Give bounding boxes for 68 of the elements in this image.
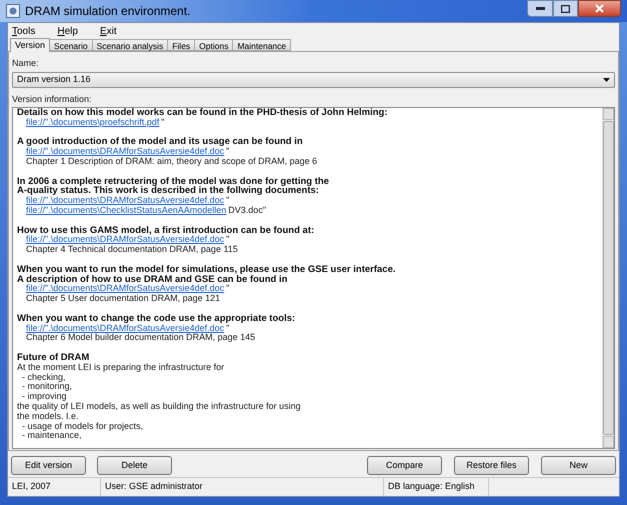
info-text: - improving [21,392,68,402]
link-suffix: " [226,235,230,246]
action-button[interactable]: New [541,456,616,475]
maximize-button[interactable] [553,0,578,17]
minimize-button[interactable] [527,0,553,17]
menu-item[interactable]: Exit [100,24,117,38]
info-text: At the moment LEI is preparing the infrastructure for [17,362,226,373]
maximize-icon [561,4,570,12]
link-suffix: " [226,284,230,294]
file-link[interactable]: file://".\documents\DRAMforSatusAversie4def.doc [26,284,224,294]
action-button[interactable]: Edit version [11,456,86,475]
link-suffix: " [226,196,230,206]
link-suffix: DV3.doc" [228,206,266,216]
info-text: - maintenance, [21,431,83,442]
file-link[interactable]: file://".\documents\DRAMforSatusAversie4def.doc [26,147,224,157]
close-icon [595,4,604,13]
link-suffix: " [226,147,230,157]
tab[interactable]: Maintenance [232,39,292,51]
minimize-icon [536,7,544,10]
action-button[interactable]: Compare [367,456,442,475]
info-heading: In 2006 a complete retructering of the model was done for getting the [17,176,330,186]
status-text: LEI, 2007 [8,478,101,496]
name-label: Name: [12,58,40,69]
scrollbar[interactable] [602,108,614,448]
info-text: the quality of LEI models, as well as building the infrastructure for using [17,402,302,412]
info-text: Chapter 1 Description of DRAM: aim, theory and scope of DRAM, page 6 [25,156,318,167]
tab[interactable]: Files [167,39,196,51]
action-button[interactable]: Delete [97,456,172,475]
info-text: Chapter 5 User documentation DRAM, page 121 [25,294,222,304]
action-button[interactable]: Restore files [454,456,529,475]
close-button[interactable] [578,0,621,17]
tab[interactable]: Version [10,38,50,52]
link-suffix: " [226,324,230,334]
file-link[interactable]: file://".\documents\DRAMforSatusAversie4def.doc [26,235,224,246]
file-link[interactable]: file://".\documents\ChecklistStatusAenAAmodellen [26,206,226,216]
status-text: User: GSE administrator [101,478,384,496]
tab[interactable]: Scenario [49,39,93,51]
info-heading: Future of DRAM [17,352,90,363]
info-heading: Details on how this model works can be found in the PHD-thesis of John Helming: [17,108,389,118]
link-suffix: " [161,118,164,128]
file-link[interactable]: file://".\documents\DRAMforSatusAversie4def.doc [26,196,224,206]
info-label: Version information: [12,94,93,105]
status-text: DB language: English [384,478,489,496]
version-dropdown[interactable]: Dram version 1.16 [12,72,615,88]
tab[interactable]: Scenario analysis [92,39,168,51]
scroll-up-button[interactable] [603,108,614,120]
info-text: - monitoring, [21,382,74,392]
menu-item[interactable]: Help [57,24,78,38]
info-text: the models. I.e. [17,412,80,422]
info-text: - usage of models for projects, [21,422,144,431]
info-heading: When you want to run the model for simulations, please use the GSE user interface. [17,264,396,275]
info-heading: How to use this GAMS model, a first introduction can be found at: [17,226,316,236]
info-heading: A good introduction of the model and its usage can be found in [17,137,304,148]
info-text: Chapter 4 Technical documentation DRAM, page 115 [25,245,239,255]
file-link[interactable]: file://".\documents\proefschrift.pdf [26,118,160,128]
tab[interactable]: Options [194,39,234,51]
window-title: DRAM simulation environment. [25,3,190,20]
scroll-thumb[interactable] [603,121,614,435]
info-text: - checking, [21,372,66,382]
info-heading: A-quality status. This work is described in the follwing documents: [17,186,320,196]
app-icon [6,4,20,18]
caret-icon [603,78,610,82]
info-text: Chapter 6 Model builder documentation DRAM, page 145 [25,333,256,344]
scroll-down-button[interactable] [603,436,614,448]
menu-item[interactable]: Tools [12,24,36,38]
info-heading: A description of how to use DRAM and GSE can be found in [17,274,288,284]
info-heading: When you want to change the code use the appropriate tools: [17,314,296,324]
file-link[interactable]: file://".\documents\DRAMforSatusAversie4def.doc [26,324,224,334]
